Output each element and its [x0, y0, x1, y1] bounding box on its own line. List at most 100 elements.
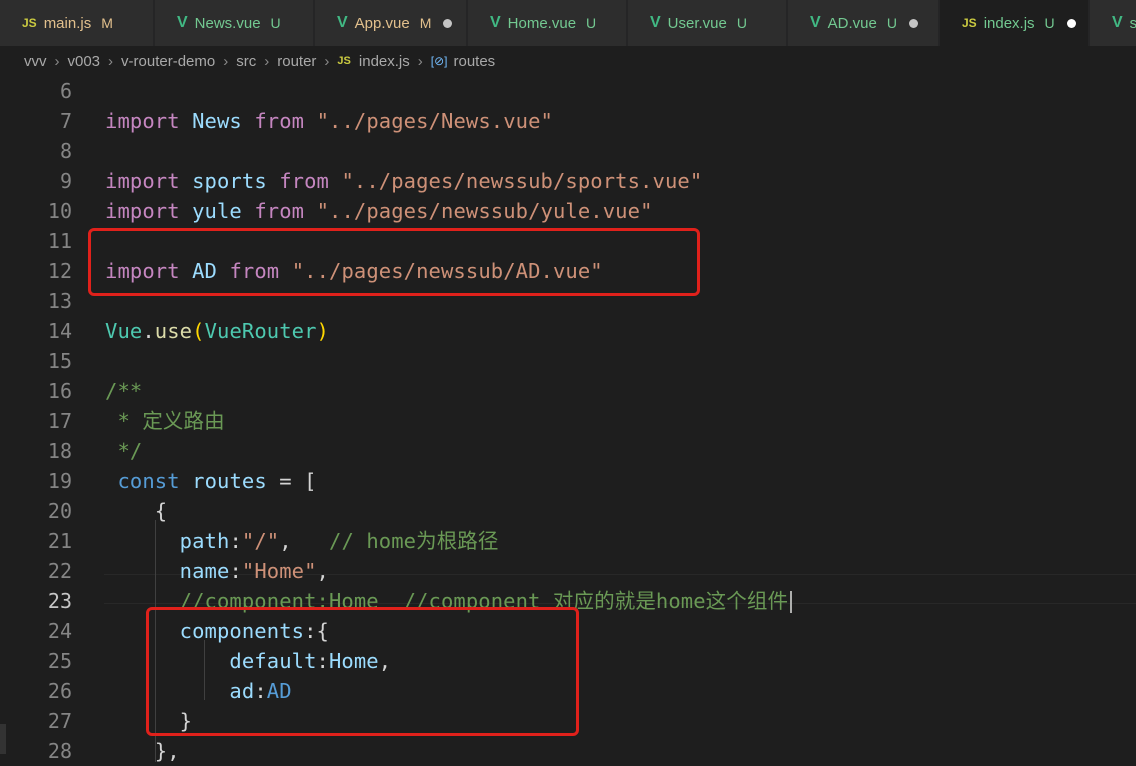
code-text[interactable]: /** — [105, 376, 142, 406]
code-line[interactable]: 8 — [0, 136, 1136, 166]
git-status-badge: M — [101, 15, 113, 31]
line-number: 24 — [47, 619, 72, 643]
tab-s[interactable]: Vs — [1090, 0, 1136, 46]
unsaved-dot-icon[interactable] — [909, 18, 918, 28]
code-token: import — [105, 199, 180, 223]
code-token: import — [105, 109, 180, 133]
code-text[interactable]: Vue.use(VueRouter) — [105, 316, 329, 346]
code-token: [ — [304, 469, 317, 493]
git-status-badge: U — [886, 15, 897, 31]
code-line[interactable]: 18 */ — [0, 436, 1136, 466]
code-text[interactable]: */ — [105, 436, 142, 466]
code-token: */ — [105, 439, 143, 463]
breadcrumb-item-project[interactable]: v-router-demo — [121, 53, 215, 70]
tab-label: Home.vue — [507, 14, 577, 32]
breadcrumb-item-folder[interactable]: v003 — [68, 53, 101, 70]
code-text[interactable]: const routes = [ — [105, 466, 317, 496]
line-number: 18 — [47, 439, 72, 463]
code-text[interactable]: import sports from "../pages/newssub/spo… — [105, 166, 702, 196]
unsaved-dot-icon[interactable] — [1066, 18, 1076, 28]
code-text[interactable]: path:"/", // home为根路径 — [105, 526, 499, 556]
code-line[interactable]: 17 * 定义路由 — [0, 406, 1136, 436]
unsaved-dot-icon[interactable] — [443, 18, 453, 28]
line-number: 27 — [47, 709, 72, 733]
chevron-right-icon: › — [324, 52, 330, 70]
code-line[interactable]: 9 import sports from "../pages/newssub/sp… — [0, 166, 1136, 196]
code-line[interactable]: 10 import yule from "../pages/newssub/yul… — [0, 196, 1136, 226]
line-number: 6 — [59, 79, 72, 103]
code-line[interactable]: 16 /** — [0, 376, 1136, 406]
code-token: Vue — [105, 319, 143, 343]
breadcrumb: vvv › v003 › v-router-demo › src › route… — [0, 46, 1136, 76]
code-token: News — [192, 109, 242, 133]
text-cursor — [790, 591, 793, 613]
code-token: path — [179, 529, 230, 553]
code-text[interactable]: * 定义路由 — [105, 406, 225, 436]
breadcrumb-item-symbol[interactable]: routes — [453, 53, 495, 70]
code-text[interactable]: { — [105, 496, 167, 526]
chevron-right-icon: › — [54, 52, 60, 70]
code-token: routes — [192, 469, 267, 493]
code-line[interactable]: 22 name:"Home", — [0, 556, 1136, 586]
code-token: from — [254, 199, 305, 223]
code-token: "../pages/newssub/sports.vue" — [341, 169, 703, 193]
tab-main-js[interactable]: JS main.js M — [0, 0, 154, 46]
tab-label: s — [1129, 14, 1136, 32]
code-token: ) — [316, 319, 329, 343]
code-text[interactable]: import yule from "../pages/newssub/yule.… — [105, 196, 653, 226]
code-token: , — [279, 529, 329, 553]
vue-file-icon: V — [810, 14, 821, 31]
code-token: "../pages/newssub/yule.vue" — [316, 199, 653, 223]
code-line[interactable]: 19 const routes = [ — [0, 466, 1136, 496]
tab-index-js[interactable]: JS index.js U — [940, 0, 1089, 46]
breadcrumb-item-root[interactable]: vvv — [24, 53, 47, 70]
line-number: 15 — [47, 349, 72, 373]
tab-news-vue[interactable]: V News.vue U — [155, 0, 314, 46]
code-line[interactable]: 7 import News from "../pages/News.vue" — [0, 106, 1136, 136]
tab-label: News.vue — [194, 14, 261, 32]
tab-label: User.vue — [667, 14, 727, 32]
line-number: 25 — [47, 649, 72, 673]
code-line[interactable]: 6 — [0, 76, 1136, 106]
breadcrumb-item-file[interactable]: index.js — [359, 53, 410, 70]
code-token: sports — [192, 169, 267, 193]
line-number: 19 — [47, 469, 72, 493]
code-token: "../pages/News.vue" — [316, 109, 553, 133]
code-line[interactable]: 20 { — [0, 496, 1136, 526]
tab-app-vue[interactable]: V App.vue M — [315, 0, 467, 46]
tab-label: App.vue — [354, 14, 410, 32]
code-line[interactable]: 15 — [0, 346, 1136, 376]
code-line[interactable]: 14 Vue.use(VueRouter) — [0, 316, 1136, 346]
git-status-badge: U — [736, 15, 747, 31]
code-token: * 定义路由 — [105, 409, 225, 433]
code-token: use — [154, 319, 193, 343]
tab-home-vue[interactable]: V Home.vue U — [468, 0, 627, 46]
tab-user-vue[interactable]: V User.vue U — [628, 0, 787, 46]
annotation-box-import-ad — [88, 228, 700, 296]
tab-ad-vue[interactable]: V AD.vue U — [788, 0, 939, 46]
code-line[interactable]: 21 path:"/", // home为根路径 — [0, 526, 1136, 556]
line-number: 7 — [59, 109, 72, 133]
tab-label: AD.vue — [827, 14, 877, 32]
code-text[interactable]: import News from "../pages/News.vue" — [105, 106, 553, 136]
breadcrumb-item-src[interactable]: src — [236, 53, 256, 70]
chevron-right-icon: › — [223, 52, 229, 70]
js-file-icon: JS — [962, 16, 977, 30]
vue-file-icon: V — [650, 14, 661, 31]
line-number: 14 — [47, 319, 72, 343]
code-text[interactable]: name:"Home", — [105, 556, 329, 586]
chevron-right-icon: › — [264, 52, 270, 70]
line-number: 8 — [59, 139, 72, 163]
chevron-right-icon: › — [417, 52, 423, 70]
breadcrumb-item-router[interactable]: router — [277, 53, 316, 70]
